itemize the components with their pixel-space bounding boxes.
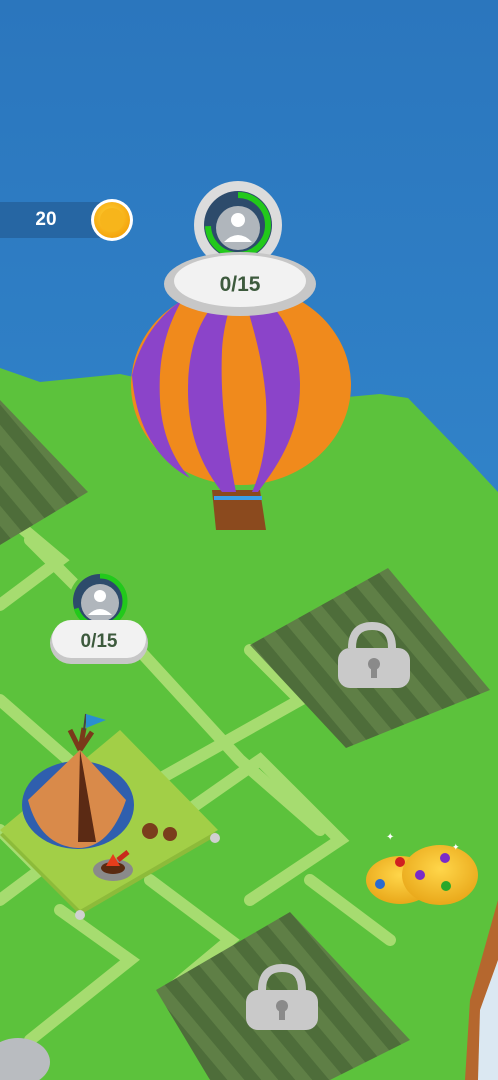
svg-text:✦: ✦	[386, 832, 394, 843]
log	[142, 823, 158, 839]
log	[163, 827, 177, 841]
gold-coin-icon	[91, 199, 133, 241]
game-scene: ✦ ✦ 0/15 0/15	[0, 0, 498, 1080]
balloon-counter-text: 0/15	[220, 273, 261, 296]
tent-counter-text: 0/15	[81, 631, 118, 652]
svg-text:✦: ✦	[452, 842, 460, 852]
coin-count: 20	[35, 209, 57, 230]
